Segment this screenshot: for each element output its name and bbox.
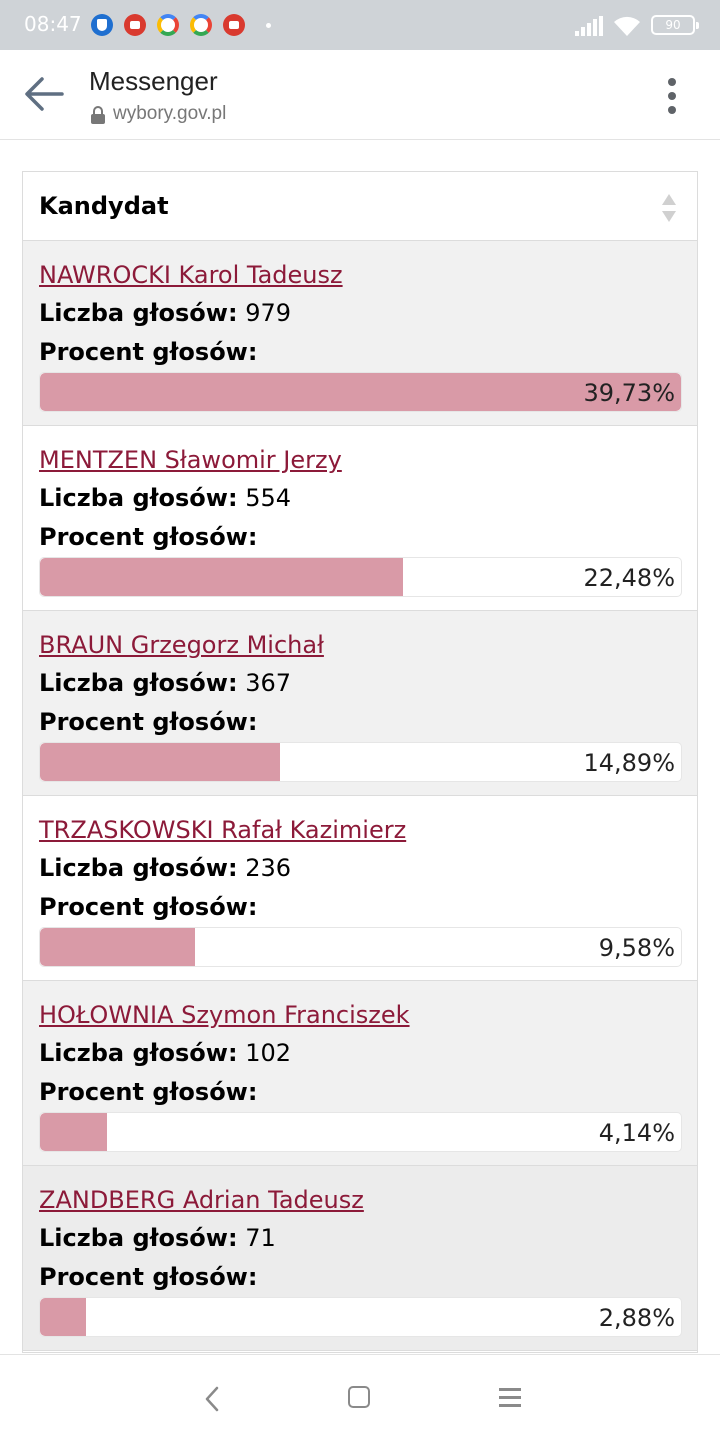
votes-label: Liczba głosów: xyxy=(39,1224,238,1252)
percent-line: Procent głosów: xyxy=(39,893,257,921)
percent-bar-fill xyxy=(40,1298,87,1336)
votes-label: Liczba głosów: xyxy=(39,484,238,512)
percent-bar: 2,88% xyxy=(39,1297,682,1337)
percent-value: 2,88% xyxy=(598,1304,675,1332)
percent-label: Procent głosów: xyxy=(39,708,258,736)
votes-line: Liczba głosów: 102 xyxy=(39,1039,291,1067)
percent-label: Procent głosów: xyxy=(39,338,258,366)
votes-value: 102 xyxy=(245,1039,292,1067)
percent-value: 4,14% xyxy=(598,1119,675,1147)
percent-line: Procent głosów: xyxy=(39,1078,257,1106)
candidate-link[interactable]: HOŁOWNIA Szymon Franciszek xyxy=(39,1001,410,1029)
home-icon[interactable] xyxy=(348,1386,370,1408)
percent-value: 22,48% xyxy=(583,564,675,592)
candidate-link[interactable]: MENTZEN Sławomir Jerzy xyxy=(39,446,342,474)
signal-icon xyxy=(575,16,603,36)
table-row: TRZASKOWSKI Rafał Kazimierz Liczba głosó… xyxy=(23,796,697,981)
votes-value: 71 xyxy=(245,1224,276,1252)
clipped-heading xyxy=(30,140,190,150)
youtube-icon xyxy=(223,14,245,36)
votes-value: 236 xyxy=(245,854,292,882)
percent-bar: 22,48% xyxy=(39,557,682,597)
table-header[interactable]: Kandydat xyxy=(23,172,697,241)
candidate-link[interactable]: TRZASKOWSKI Rafał Kazimierz xyxy=(39,816,406,844)
percent-line: Procent głosów: xyxy=(39,1263,257,1291)
percent-label: Procent głosów: xyxy=(39,893,258,921)
more-options-icon[interactable] xyxy=(660,74,684,118)
votes-line: Liczba głosów: 979 xyxy=(39,299,291,327)
percent-value: 14,89% xyxy=(583,749,675,777)
table-row: HOŁOWNIA Szymon Franciszek Liczba głosów… xyxy=(23,981,697,1166)
back-icon[interactable] xyxy=(200,1385,224,1413)
status-time: 08:47 xyxy=(24,12,82,36)
percent-label: Procent głosów: xyxy=(39,1263,258,1291)
percent-bar-fill xyxy=(40,743,281,781)
table-row: ZANDBERG Adrian Tadeusz Liczba głosów: 7… xyxy=(23,1166,697,1351)
percent-line: Procent głosów: xyxy=(39,523,257,551)
dot-icon xyxy=(266,23,271,28)
percent-bar: 4,14% xyxy=(39,1112,682,1152)
results-table: Kandydat NAWROCKI Karol Tadeusz Liczba g… xyxy=(22,171,698,1353)
percent-bar-fill xyxy=(40,558,403,596)
percent-bar: 14,89% xyxy=(39,742,682,782)
percent-bar-fill xyxy=(40,928,195,966)
status-bar: 08:47 90 xyxy=(0,0,720,50)
percent-bar: 9,58% xyxy=(39,927,682,967)
votes-label: Liczba głosów: xyxy=(39,299,238,327)
youtube-icon xyxy=(124,14,146,36)
app-header: Messenger wybory.gov.pl xyxy=(0,50,720,140)
percent-line: Procent głosów: xyxy=(39,338,257,366)
percent-line: Procent głosów: xyxy=(39,708,257,736)
percent-value: 39,73% xyxy=(583,379,675,407)
votes-line: Liczba głosów: 71 xyxy=(39,1224,276,1252)
candidate-link[interactable]: ZANDBERG Adrian Tadeusz xyxy=(39,1186,364,1214)
battery-icon: 90 xyxy=(651,15,699,35)
wifi-icon xyxy=(614,16,640,36)
candidate-link[interactable]: BRAUN Grzegorz Michał xyxy=(39,631,324,659)
lock-icon xyxy=(91,106,105,124)
votes-line: Liczba głosów: 236 xyxy=(39,854,291,882)
votes-label: Liczba głosów: xyxy=(39,669,238,697)
table-row: NAWROCKI Karol Tadeusz Liczba głosów: 97… xyxy=(23,241,697,426)
percent-label: Procent głosów: xyxy=(39,1078,258,1106)
sort-icon[interactable] xyxy=(661,192,677,224)
shield-icon xyxy=(91,14,113,36)
votes-value: 979 xyxy=(245,299,292,327)
table-row: BRAUN Grzegorz Michał Liczba głosów: 367… xyxy=(23,611,697,796)
votes-value: 554 xyxy=(245,484,292,512)
google-icon xyxy=(190,14,212,36)
page-title: Messenger xyxy=(89,66,218,96)
google-icon xyxy=(157,14,179,36)
votes-line: Liczba głosów: 367 xyxy=(39,669,291,697)
percent-value: 9,58% xyxy=(598,934,675,962)
percent-bar-fill xyxy=(40,1113,107,1151)
votes-line: Liczba głosów: 554 xyxy=(39,484,291,512)
percent-label: Procent głosów: xyxy=(39,523,258,551)
back-arrow-icon[interactable] xyxy=(22,72,66,116)
page-url: wybory.gov.pl xyxy=(113,103,227,124)
navigation-bar xyxy=(0,1354,720,1440)
percent-bar: 39,73% xyxy=(39,372,682,412)
candidate-link[interactable]: NAWROCKI Karol Tadeusz xyxy=(39,261,343,289)
votes-label: Liczba głosów: xyxy=(39,1039,238,1067)
column-header-candidate[interactable]: Kandydat xyxy=(39,192,169,220)
recents-icon[interactable] xyxy=(499,1388,521,1408)
votes-label: Liczba głosów: xyxy=(39,854,238,882)
table-row: MENTZEN Sławomir Jerzy Liczba głosów: 55… xyxy=(23,426,697,611)
votes-value: 367 xyxy=(245,669,292,697)
